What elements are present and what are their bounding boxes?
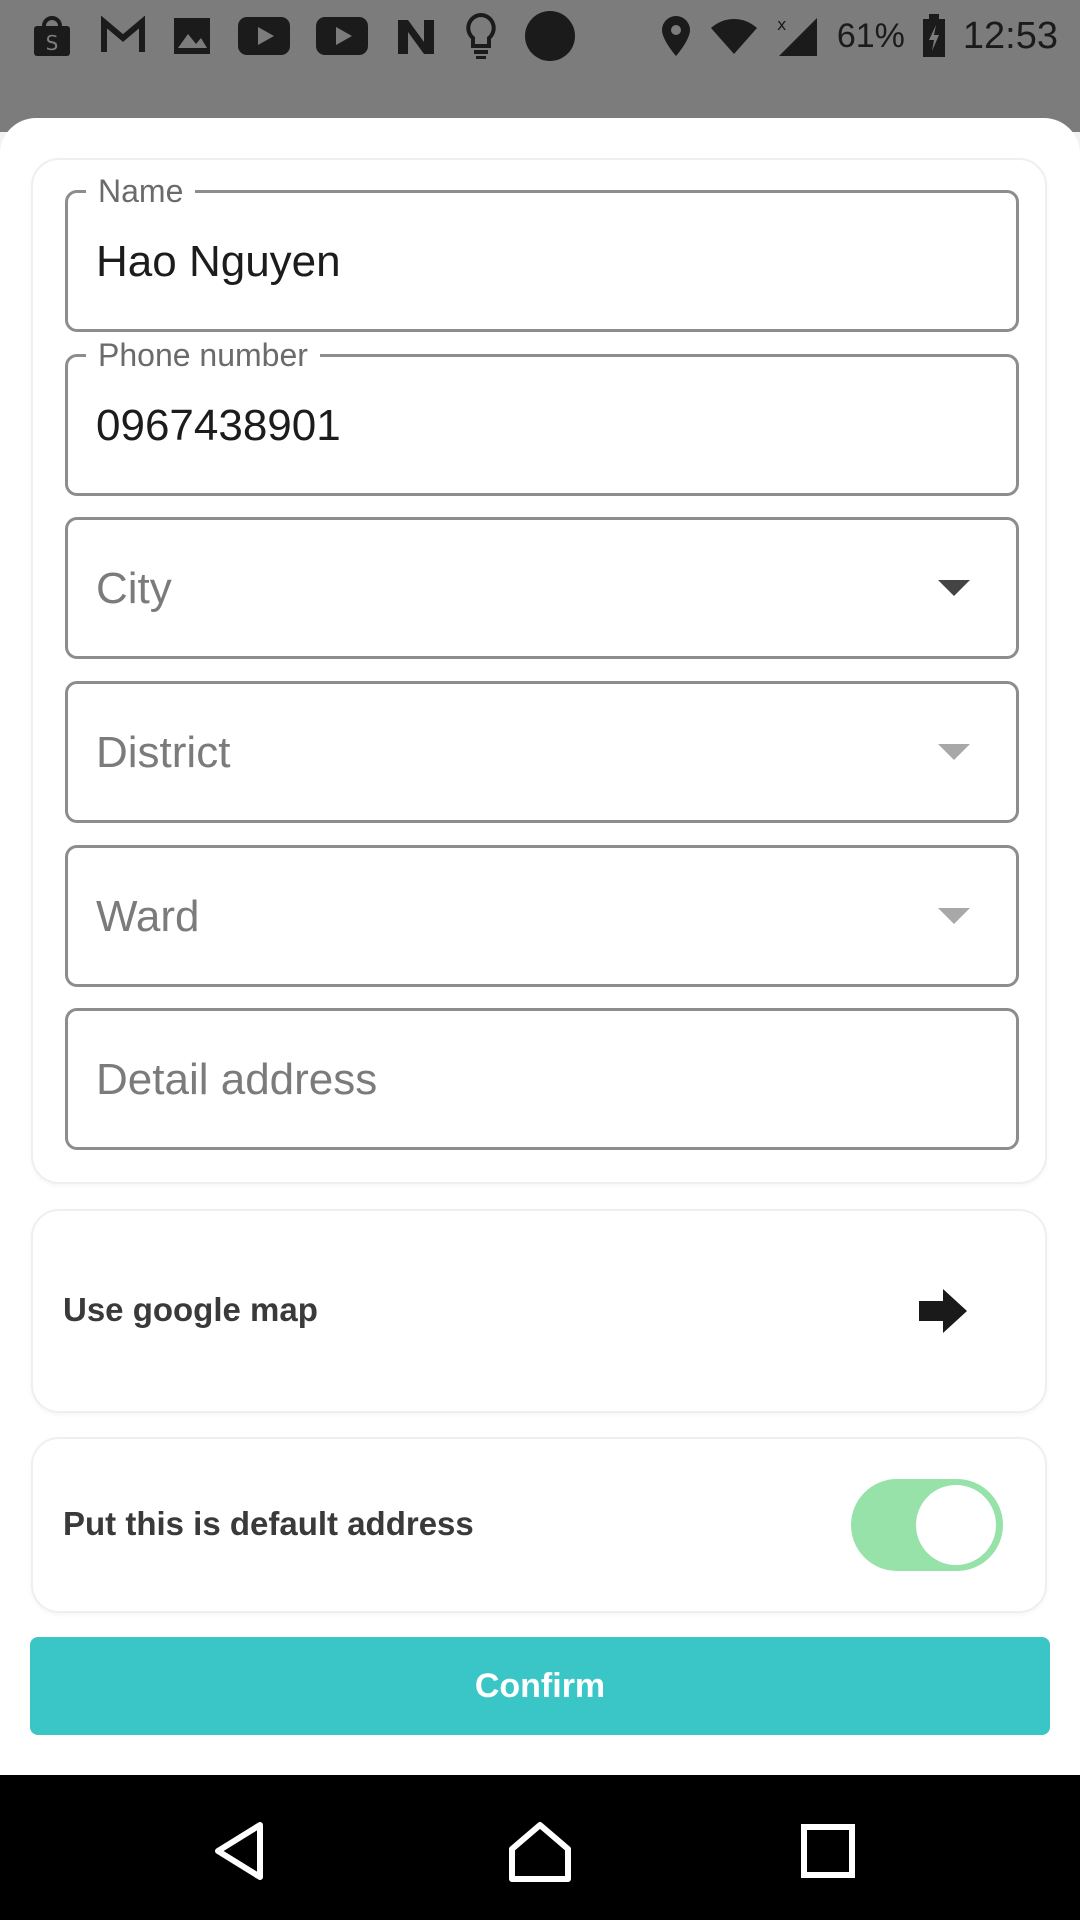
navigation-bar bbox=[0, 1775, 1080, 1920]
use-google-map-row[interactable]: Use google map bbox=[31, 1209, 1047, 1413]
district-placeholder: District bbox=[96, 728, 231, 777]
district-select[interactable]: District bbox=[65, 681, 1019, 823]
back-icon[interactable] bbox=[208, 1819, 272, 1883]
address-form-card: Name Hao Nguyen Phone number 0967438901 … bbox=[31, 158, 1047, 1184]
recents-icon[interactable] bbox=[796, 1819, 860, 1883]
system-status-icons: x 61% 12:53 bbox=[659, 10, 1058, 62]
battery-percent: 61% bbox=[836, 16, 905, 55]
default-address-toggle[interactable] bbox=[851, 1479, 1003, 1571]
status-bar: S x 61% 12:53 bbox=[0, 0, 1080, 72]
ward-placeholder: Ward bbox=[96, 892, 200, 941]
confirm-button[interactable]: Confirm bbox=[30, 1637, 1050, 1735]
svg-text:S: S bbox=[46, 31, 59, 55]
default-address-row: Put this is default address bbox=[31, 1437, 1047, 1613]
phone-label: Phone number bbox=[86, 335, 320, 375]
name-value: Hao Nguyen bbox=[96, 237, 341, 286]
home-icon[interactable] bbox=[508, 1819, 572, 1883]
chevron-down-icon bbox=[938, 908, 970, 924]
clock: 12:53 bbox=[962, 14, 1058, 57]
n-app-icon bbox=[398, 20, 434, 54]
toggle-knob bbox=[913, 1482, 999, 1568]
phone-value: 0967438901 bbox=[96, 401, 341, 450]
name-field[interactable]: Name Hao Nguyen bbox=[65, 171, 1019, 332]
image-icon bbox=[174, 18, 210, 54]
circle-icon bbox=[525, 11, 575, 61]
location-icon bbox=[661, 16, 690, 56]
arrow-right-icon[interactable] bbox=[917, 1287, 969, 1335]
detail-address-field[interactable]: Detail address bbox=[65, 1008, 1019, 1150]
use-google-map-label: Use google map bbox=[63, 1291, 318, 1328]
youtube-icon bbox=[238, 17, 290, 55]
chevron-down-icon bbox=[938, 744, 970, 760]
name-label: Name bbox=[86, 171, 196, 211]
notification-icons: S bbox=[30, 11, 576, 61]
chevron-down-icon bbox=[938, 580, 970, 596]
address-bottom-sheet: Name Hao Nguyen Phone number 0967438901 … bbox=[0, 118, 1080, 1775]
youtube-icon bbox=[316, 17, 368, 55]
lightbulb-icon bbox=[466, 12, 496, 59]
shopping-bag-icon: S bbox=[34, 16, 70, 56]
signal-icon: x bbox=[777, 15, 817, 56]
gmail-icon bbox=[101, 16, 145, 52]
phone-field[interactable]: Phone number 0967438901 bbox=[65, 335, 1019, 496]
default-address-label: Put this is default address bbox=[63, 1505, 474, 1542]
svg-text:x: x bbox=[777, 15, 786, 34]
detail-address-placeholder: Detail address bbox=[96, 1055, 378, 1104]
ward-select[interactable]: Ward bbox=[65, 845, 1019, 987]
battery-charging-icon bbox=[922, 14, 945, 57]
city-placeholder: City bbox=[96, 564, 172, 613]
wifi-icon bbox=[710, 19, 757, 54]
city-select[interactable]: City bbox=[65, 517, 1019, 659]
